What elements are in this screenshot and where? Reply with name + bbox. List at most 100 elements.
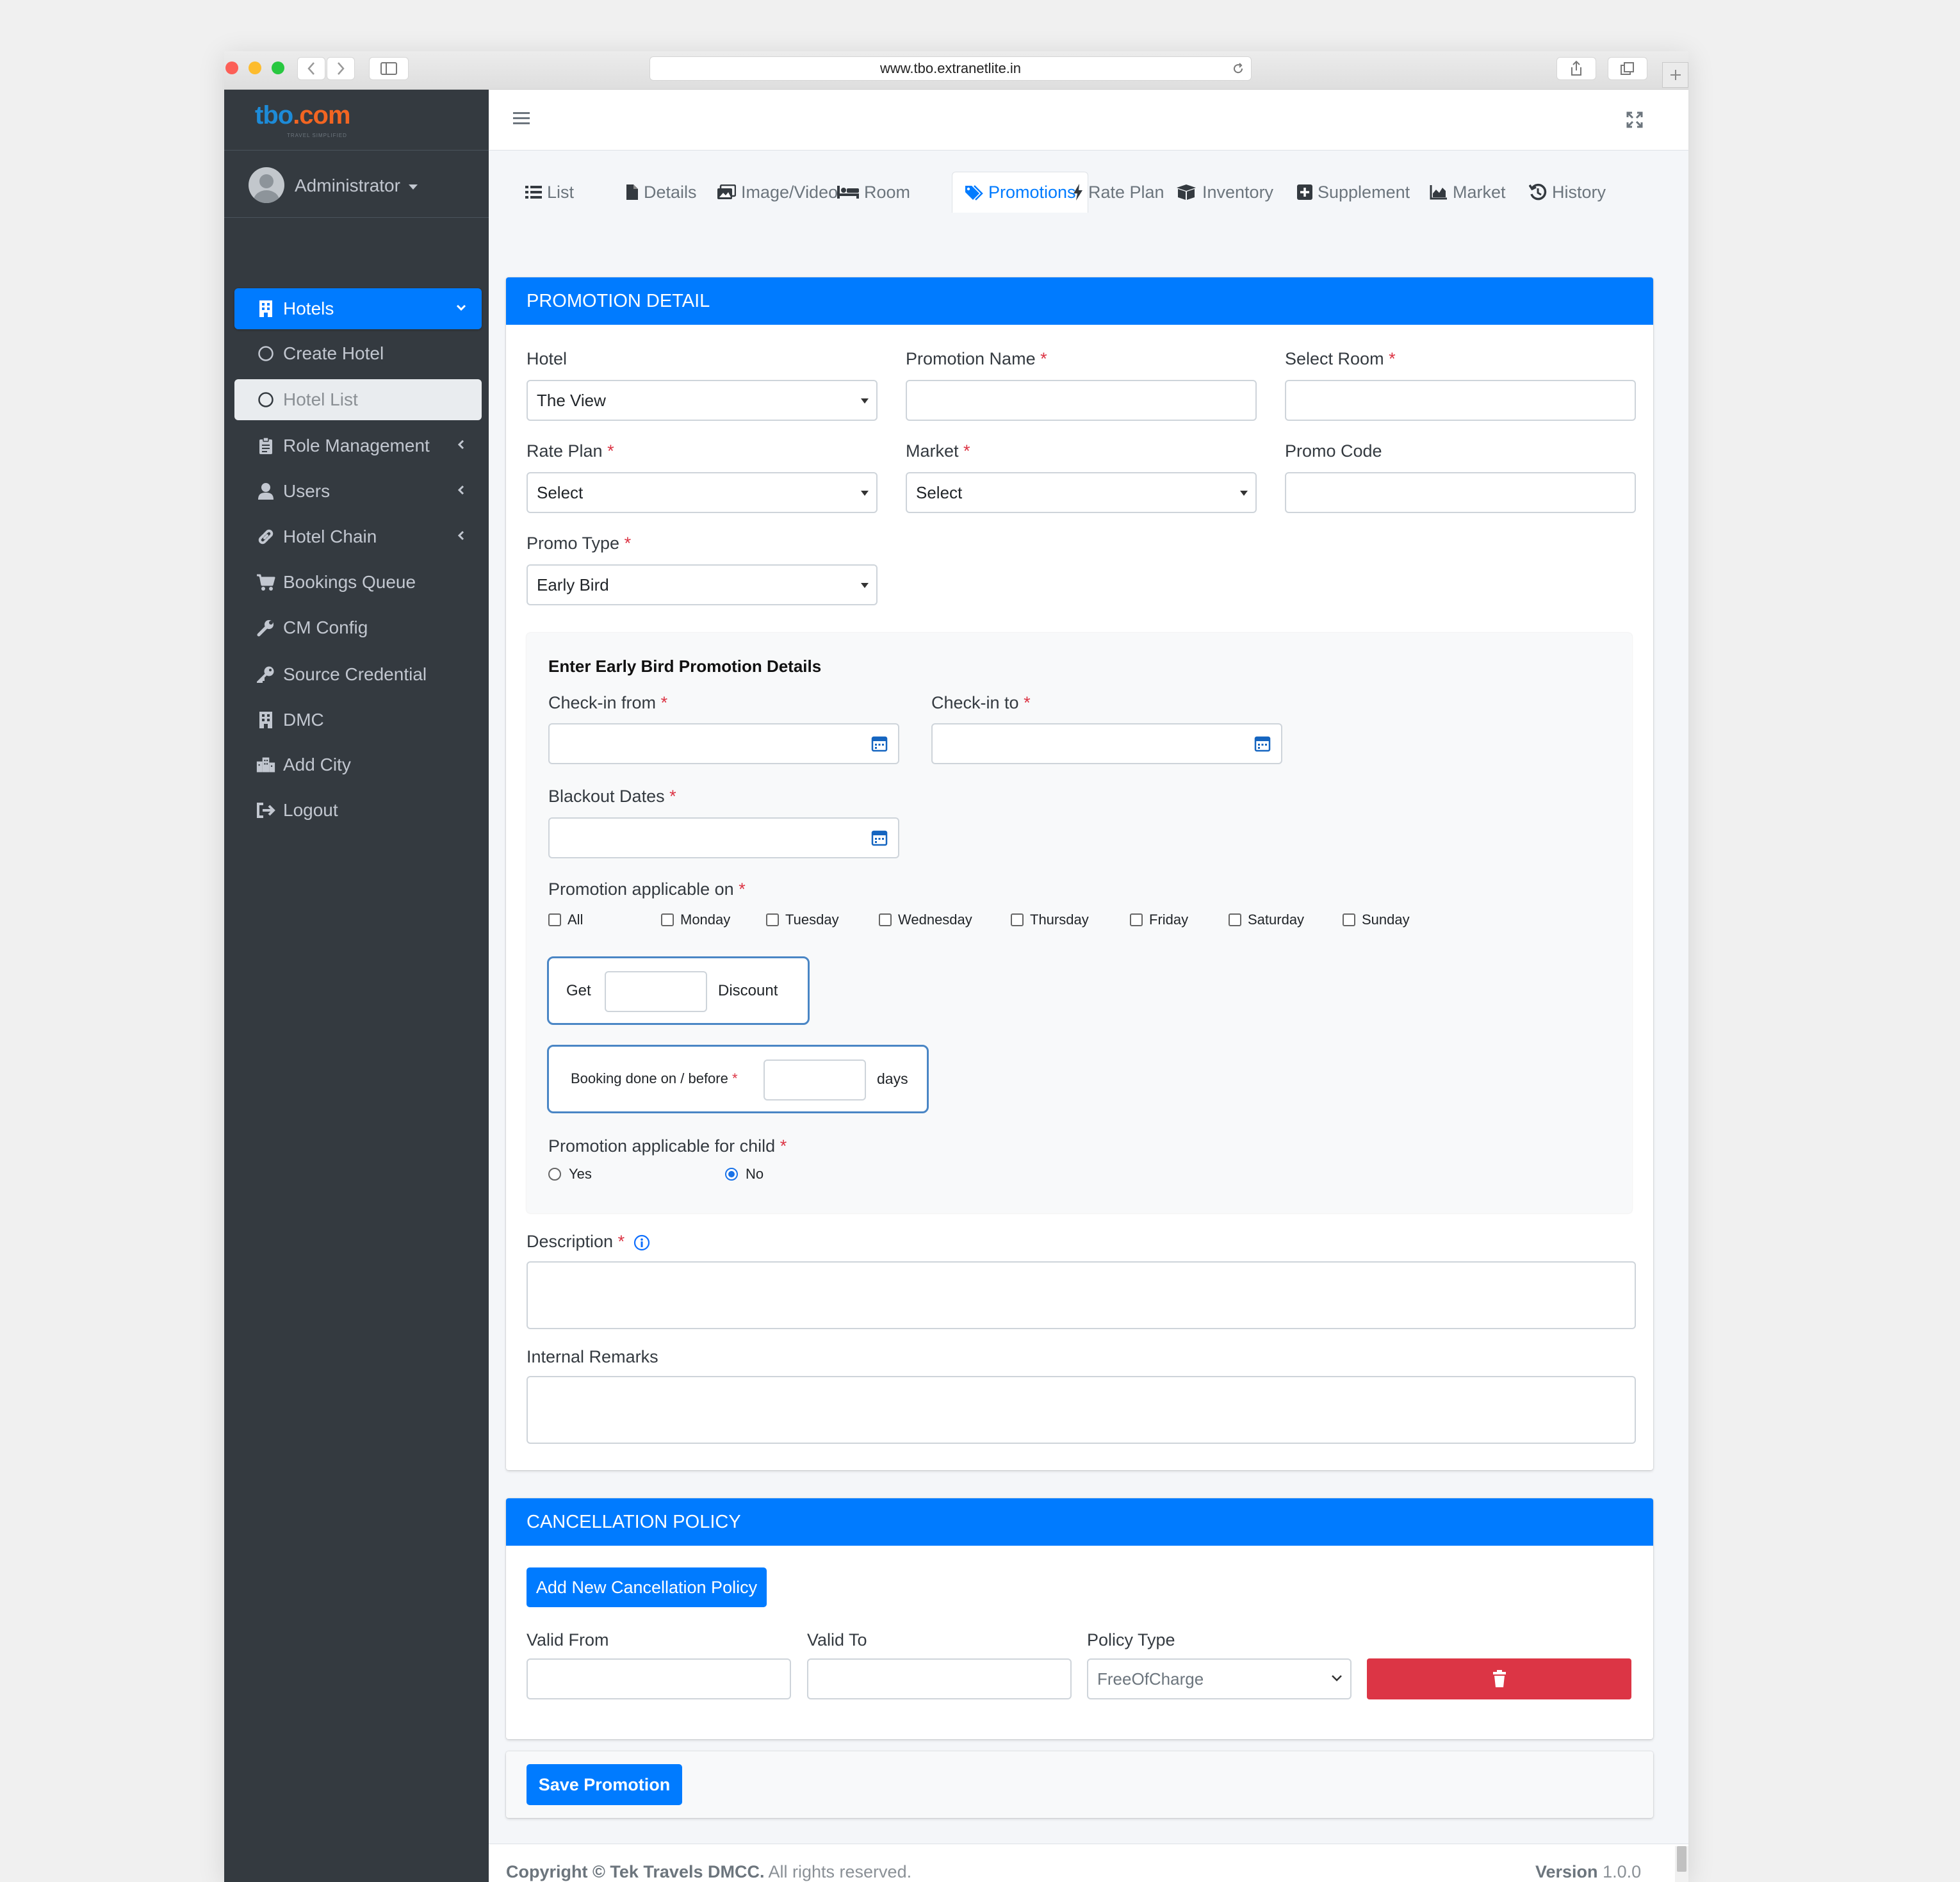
promotion-name-label-text: Promotion Name bbox=[906, 349, 1036, 368]
tab-image-video[interactable]: Image/Video bbox=[717, 172, 838, 213]
tab-promotions[interactable]: Promotions bbox=[952, 172, 1088, 213]
market-select[interactable]: Select bbox=[906, 472, 1257, 513]
internal-remarks-textarea[interactable] bbox=[527, 1376, 1636, 1444]
day-checkbox-tuesday[interactable]: Tuesday bbox=[766, 912, 839, 928]
promo-type-select[interactable]: Early Bird bbox=[527, 564, 878, 605]
sidebar-item-users[interactable]: Users bbox=[234, 471, 482, 512]
day-checkbox-sunday[interactable]: Sunday bbox=[1343, 912, 1410, 928]
day-checkbox-thursday[interactable]: Thursday bbox=[1011, 912, 1089, 928]
sidebar-item-add-city[interactable]: Add City bbox=[234, 744, 482, 785]
tab-market[interactable]: Market bbox=[1430, 172, 1506, 213]
forward-button[interactable] bbox=[327, 57, 355, 80]
close-window-button[interactable] bbox=[225, 61, 238, 74]
save-promotion-button[interactable]: Save Promotion bbox=[527, 1764, 682, 1805]
checkbox[interactable] bbox=[1229, 913, 1241, 926]
user-name[interactable]: Administrator bbox=[295, 176, 418, 196]
user-panel[interactable]: Administrator bbox=[224, 151, 489, 218]
sidebar-item-role-management[interactable]: Role Management bbox=[234, 425, 482, 466]
day-checkbox-friday[interactable]: Friday bbox=[1130, 912, 1188, 928]
minimize-window-button[interactable] bbox=[249, 61, 261, 74]
sidebar-item-bookings-queue[interactable]: Bookings Queue bbox=[234, 562, 482, 603]
tab-supplement[interactable]: Supplement bbox=[1297, 172, 1410, 213]
dropdown-caret-icon bbox=[861, 491, 869, 496]
scrollbar-thumb[interactable] bbox=[1677, 1846, 1686, 1872]
day-checkbox-wednesday[interactable]: Wednesday bbox=[879, 912, 972, 928]
tab-rate-plan[interactable]: Rate Plan bbox=[1073, 172, 1164, 213]
hotel-select[interactable]: The View bbox=[527, 380, 878, 421]
tabs-overview-icon[interactable] bbox=[1608, 57, 1647, 80]
radio-button-selected[interactable] bbox=[725, 1168, 738, 1181]
policy-type-label-text: Policy Type bbox=[1087, 1630, 1175, 1649]
tab-history[interactable]: History bbox=[1529, 172, 1606, 213]
link-icon bbox=[256, 528, 275, 546]
day-checkbox-all[interactable]: All bbox=[548, 912, 583, 928]
checkbox[interactable] bbox=[661, 913, 674, 926]
history-icon bbox=[1529, 183, 1547, 201]
sidebar-item-logout[interactable]: Logout bbox=[234, 790, 482, 831]
tab-list[interactable]: List bbox=[525, 172, 574, 213]
sidebar-item-create-hotel[interactable]: Create Hotel bbox=[234, 333, 482, 374]
child-option-no[interactable]: No bbox=[725, 1166, 764, 1182]
select-room-input[interactable] bbox=[1285, 380, 1636, 421]
checkin-to-input[interactable] bbox=[931, 723, 1282, 764]
checkbox[interactable] bbox=[879, 913, 892, 926]
calendar-icon[interactable] bbox=[871, 829, 888, 847]
promotion-detail-card: PROMOTION DETAIL Hotel The View Promotio… bbox=[506, 277, 1653, 1470]
valid-to-label-text: Valid To bbox=[807, 1630, 867, 1649]
delete-policy-button[interactable] bbox=[1367, 1658, 1631, 1699]
sidebar-item-hotels[interactable]: Hotels bbox=[234, 288, 482, 329]
address-bar[interactable]: www.tbo.extranetlite.in bbox=[649, 56, 1252, 81]
new-tab-icon[interactable] bbox=[1662, 62, 1688, 88]
day-checkbox-monday[interactable]: Monday bbox=[661, 912, 730, 928]
discount-input[interactable] bbox=[605, 971, 707, 1012]
sidebar-item-dmc[interactable]: DMC bbox=[234, 700, 482, 741]
sidebar-item-cm-config[interactable]: CM Config bbox=[234, 607, 482, 648]
valid-from-input[interactable] bbox=[527, 1658, 791, 1699]
page-scrollbar[interactable] bbox=[1675, 1846, 1688, 1882]
checkin-from-input[interactable] bbox=[548, 723, 899, 764]
sidebar-item-source-credential[interactable]: Source Credential bbox=[234, 654, 482, 695]
day-checkbox-saturday[interactable]: Saturday bbox=[1229, 912, 1304, 928]
market-label-text: Market bbox=[906, 441, 959, 461]
promotion-name-input[interactable] bbox=[906, 380, 1257, 421]
maximize-window-button[interactable] bbox=[272, 61, 284, 74]
brand-logo[interactable]: tbo.com TRAVEL SIMPLIFIED bbox=[224, 90, 489, 151]
checkbox[interactable] bbox=[548, 913, 561, 926]
booking-days-input[interactable] bbox=[764, 1060, 866, 1101]
back-button[interactable] bbox=[297, 57, 325, 80]
policy-type-select[interactable]: FreeOfCharge bbox=[1087, 1658, 1352, 1699]
reload-icon[interactable] bbox=[1232, 62, 1245, 75]
valid-to-input[interactable] bbox=[807, 1658, 1072, 1699]
checkbox[interactable] bbox=[1011, 913, 1024, 926]
child-option-yes[interactable]: Yes bbox=[548, 1166, 592, 1182]
fullscreen-icon[interactable] bbox=[1626, 111, 1643, 128]
tab-inventory[interactable]: Inventory bbox=[1175, 172, 1273, 213]
radio-button[interactable] bbox=[548, 1168, 561, 1181]
applicable-on-label: Promotion applicable on * bbox=[548, 880, 746, 899]
sidebar-item-hotel-chain[interactable]: Hotel Chain bbox=[234, 516, 482, 557]
checkbox[interactable] bbox=[766, 913, 779, 926]
promo-code-input[interactable] bbox=[1285, 472, 1636, 513]
checkbox[interactable] bbox=[1130, 913, 1143, 926]
user-name-text: Administrator bbox=[295, 176, 400, 195]
checkbox[interactable] bbox=[1343, 913, 1355, 926]
add-cancellation-policy-button[interactable]: Add New Cancellation Policy bbox=[527, 1567, 767, 1607]
day-checkbox-label: Sunday bbox=[1362, 912, 1410, 928]
blackout-dates-input[interactable] bbox=[548, 817, 899, 858]
description-label-text: Description bbox=[527, 1232, 614, 1251]
description-textarea[interactable] bbox=[527, 1261, 1636, 1329]
calendar-icon[interactable] bbox=[871, 735, 888, 753]
sidebar-item-label: DMC bbox=[283, 710, 324, 730]
info-icon[interactable] bbox=[633, 1234, 650, 1251]
sidebar-toggle-icon[interactable] bbox=[369, 57, 409, 80]
sidebar-item-hotel-list[interactable]: Hotel List bbox=[234, 379, 482, 420]
tab-room[interactable]: Room bbox=[837, 172, 910, 213]
rate-plan-select[interactable]: Select bbox=[527, 472, 878, 513]
valid-to-label: Valid To bbox=[807, 1630, 867, 1650]
blackout-dates-label-text: Blackout Dates bbox=[548, 787, 665, 806]
url-text: www.tbo.extranetlite.in bbox=[879, 60, 1022, 76]
tab-details[interactable]: Details bbox=[626, 172, 697, 213]
share-icon[interactable] bbox=[1556, 57, 1596, 80]
hamburger-menu-icon[interactable] bbox=[513, 111, 530, 126]
calendar-icon[interactable] bbox=[1254, 735, 1271, 753]
